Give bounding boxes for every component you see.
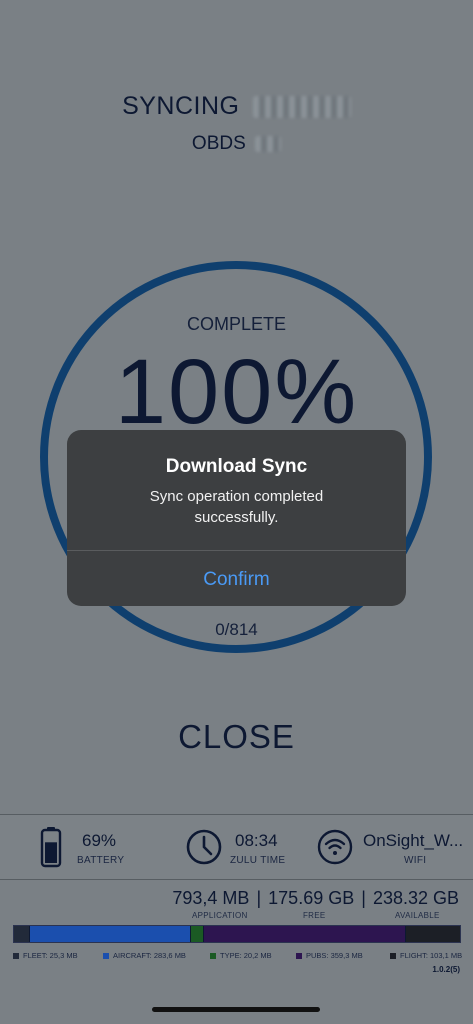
time-label: ZULU TIME — [230, 855, 286, 866]
legend-swatch — [13, 953, 19, 960]
storage-segment-flight — [405, 926, 460, 942]
complete-label: COMPLETE — [186, 314, 287, 334]
application-size: 793,4 MB — [172, 888, 250, 908]
legend-flight: FLIGHT: 103,1 MB — [390, 951, 462, 960]
time-value: 08:34 — [235, 831, 278, 850]
application-label: APPLICATION — [192, 911, 248, 920]
legend-fleet: FLEET: 25,3 MB — [13, 951, 78, 960]
legend-text: AIRCRAFT: 283,6 MB — [113, 951, 186, 960]
battery-icon — [40, 827, 62, 868]
available-label: AVAILABLE — [395, 911, 440, 920]
free-label: FREE — [303, 911, 326, 920]
legend-swatch — [296, 953, 302, 960]
battery-status: 69% BATTERY — [0, 815, 158, 879]
legend-swatch — [103, 953, 109, 960]
storage-segment-fleet — [14, 926, 30, 942]
version-label: 1.0.2(5) — [432, 965, 460, 974]
clock-icon — [186, 829, 222, 865]
free-size: 175.69 GB — [268, 888, 355, 908]
battery-value: 69% — [82, 831, 117, 850]
storage-separator: | — [256, 888, 262, 908]
legend-type: TYPE: 20,2 MB — [210, 951, 272, 960]
time-status: 08:34 ZULU TIME — [158, 815, 303, 879]
legend-text: FLIGHT: 103,1 MB — [400, 951, 463, 960]
confirm-button[interactable]: Confirm — [67, 551, 406, 606]
storage-segment-type — [189, 926, 203, 942]
legend-text: PUBS: 359,3 MB — [306, 951, 363, 960]
home-indicator[interactable] — [152, 1007, 320, 1012]
status-strip: 69% BATTERY 08:34 ZULU TIME OnSight_W...… — [0, 814, 473, 880]
storage-bar — [13, 925, 461, 943]
storage-values: 793,4 MB | 175.69 GB | 238.32 GB — [172, 888, 459, 909]
item-counter: 0/814 — [215, 620, 258, 639]
legend-aircraft: AIRCRAFT: 283,6 MB — [103, 951, 186, 960]
storage-separator: | — [361, 888, 366, 908]
legend-text: TYPE: 20,2 MB — [220, 951, 272, 960]
dialog-message: Sync operation completed successfully. — [149, 488, 324, 526]
download-sync-dialog: Download Sync Sync operation completed s… — [67, 430, 406, 606]
wifi-status: OnSight_W... WIFI — [303, 815, 473, 879]
storage-segment-pubs — [202, 926, 406, 942]
legend-pubs: PUBS: 359,3 MB — [296, 951, 363, 960]
wifi-icon — [317, 829, 353, 865]
legend-swatch — [210, 953, 216, 960]
wifi-value: OnSight_W... — [363, 831, 464, 850]
battery-label: BATTERY — [77, 855, 125, 866]
close-button[interactable]: CLOSE — [0, 718, 473, 756]
wifi-label: WIFI — [404, 855, 427, 866]
dialog-title: Download Sync — [165, 456, 308, 477]
available-size: 238.32 GB — [372, 888, 459, 908]
legend-text: FLEET: 25,3 MB — [23, 951, 78, 960]
legend-swatch — [390, 953, 396, 960]
storage-segment-aircraft — [29, 926, 190, 942]
